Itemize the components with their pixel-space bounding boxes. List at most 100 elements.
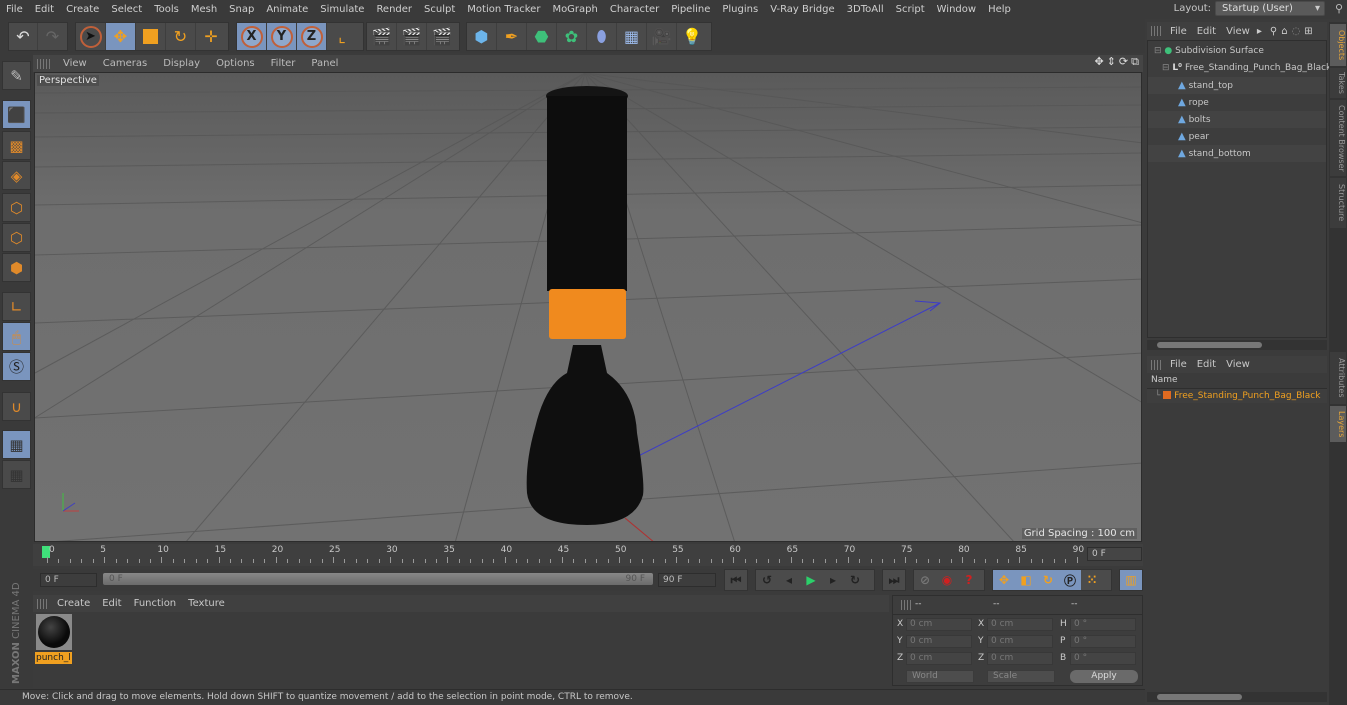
cube-object-icon[interactable]: ⬢ — [467, 23, 497, 50]
render-picture-viewer-icon[interactable]: 🎬 — [397, 23, 427, 50]
viewport-menu-filter[interactable]: Filter — [263, 58, 304, 69]
layer-manager-scrollbar[interactable] — [1147, 692, 1327, 702]
pan-icon[interactable]: ✥ — [1094, 55, 1103, 69]
rotate-tool-icon[interactable]: ↻ — [166, 23, 196, 50]
layer-name-column-header[interactable]: Name — [1147, 375, 1327, 389]
pos-x-field[interactable]: 0 cm — [906, 618, 972, 631]
rot-b-field[interactable]: 0 ° — [1070, 652, 1136, 665]
viewport-menu-cameras[interactable]: Cameras — [95, 58, 155, 69]
tree-item-stand-top[interactable]: ▲ stand_top — [1148, 77, 1326, 94]
tree-item-rope[interactable]: ▲ rope — [1148, 94, 1326, 111]
key-pla-icon[interactable]: ⁙ — [1081, 570, 1103, 590]
object-manager-scrollbar[interactable] — [1147, 340, 1327, 350]
transform-mode-dropdown[interactable]: Scale — [987, 670, 1055, 683]
tab-structure[interactable]: Structure — [1330, 178, 1346, 228]
range-slider[interactable]: 0 F 90 F — [103, 573, 653, 585]
z-axis-lock-icon[interactable]: Z — [297, 23, 327, 50]
menu-animate[interactable]: Animate — [260, 4, 314, 15]
redo-icon[interactable]: ↷ — [38, 23, 67, 50]
search-icon[interactable]: ⚲ — [1335, 2, 1343, 15]
solo-mode-icon[interactable]: Ⓢ — [2, 352, 31, 381]
menu-window[interactable]: Window — [931, 4, 982, 15]
menu-mograph[interactable]: MoGraph — [546, 4, 603, 15]
filter-icon[interactable]: ◌ — [1292, 26, 1301, 37]
material-menu-create[interactable]: Create — [51, 598, 96, 609]
layer-menu-view[interactable]: View — [1221, 359, 1255, 370]
play-icon[interactable]: ▶ — [800, 570, 822, 590]
menu-motion-tracker[interactable]: Motion Tracker — [461, 4, 546, 15]
points-mode-icon[interactable]: ⬡ — [2, 193, 31, 222]
menu-select[interactable]: Select — [105, 4, 148, 15]
rot-h-field[interactable]: 0 ° — [1070, 618, 1136, 631]
menu-sculpt[interactable]: Sculpt — [418, 4, 461, 15]
new-view-icon[interactable]: ⊞ — [1304, 26, 1312, 37]
tree-item-subdivision-surface[interactable]: ⊟ ● Subdivision Surface — [1148, 43, 1326, 60]
start-frame-field[interactable]: 0 F — [40, 573, 97, 587]
maximize-icon[interactable]: ⧉ — [1131, 55, 1139, 69]
coordinate-system-icon[interactable]: ⌞ — [327, 23, 357, 50]
viewport-menu-panel[interactable]: Panel — [303, 58, 346, 69]
menu-help[interactable]: Help — [982, 4, 1017, 15]
tab-content-browser[interactable]: Content Browser — [1330, 100, 1346, 176]
cloner-icon[interactable]: ✿ — [557, 23, 587, 50]
coordinate-mode-dropdown[interactable]: World — [906, 670, 974, 683]
viewport-menu-display[interactable]: Display — [155, 58, 208, 69]
size-y-field[interactable]: 0 cm — [987, 635, 1053, 648]
home-icon[interactable]: ⌂ — [1281, 26, 1287, 37]
x-axis-lock-icon[interactable]: X — [237, 23, 267, 50]
menu-simulate[interactable]: Simulate — [314, 4, 370, 15]
polygons-mode-icon[interactable]: ⬢ — [2, 253, 31, 282]
material-name[interactable]: punch_l — [35, 652, 72, 664]
key-parameter-icon[interactable]: Ⓟ — [1059, 570, 1081, 590]
scale-tool-icon[interactable] — [136, 23, 166, 50]
panel-grip[interactable] — [37, 58, 51, 69]
material-menu-texture[interactable]: Texture — [182, 598, 231, 609]
timeline-ruler[interactable]: 0 5 10 15 20 25 30 35 40 45 50 55 60 65 70 75 80 85 90 — [33, 544, 1143, 566]
tree-item-stand-bottom[interactable]: ▲ stand_bottom — [1148, 145, 1326, 162]
timeline-window-icon[interactable]: ▥ — [1120, 570, 1142, 590]
render-view-icon[interactable]: 🎬 — [367, 23, 397, 50]
goto-start-icon[interactable]: ⏮ — [725, 570, 747, 590]
menu-3dtoall[interactable]: 3DToAll — [841, 4, 890, 15]
edges-mode-icon[interactable]: ⬡ — [2, 223, 31, 252]
menu-edit[interactable]: Edit — [29, 4, 60, 15]
live-selection-icon[interactable]: ➤ — [76, 23, 106, 50]
camera-icon[interactable]: 🎥 — [647, 23, 677, 50]
menu-plugins[interactable]: Plugins — [716, 4, 764, 15]
layer-color-swatch[interactable] — [1163, 391, 1172, 399]
scrollbar-thumb[interactable] — [1157, 694, 1242, 700]
record-keys-icon[interactable]: ⊘ — [914, 570, 936, 590]
apply-button[interactable]: Apply — [1070, 670, 1138, 683]
search-icon[interactable]: ⚲ — [1270, 26, 1277, 37]
menu-more-icon[interactable]: ▸ — [1257, 26, 1262, 37]
panel-grip[interactable] — [901, 600, 911, 610]
panel-grip[interactable] — [1151, 359, 1161, 370]
object-menu-file[interactable]: File — [1165, 26, 1192, 37]
size-x-field[interactable]: 0 cm — [987, 618, 1053, 631]
locked-workplane-icon[interactable]: ▦ — [2, 430, 31, 459]
tree-item-punch-bag[interactable]: ⊟ L⁰ Free_Standing_Punch_Bag_Black — [1148, 60, 1331, 77]
orbit-icon[interactable]: ⟳ — [1119, 55, 1128, 69]
menu-create[interactable]: Create — [60, 4, 105, 15]
layer-row[interactable]: └ Free_Standing_Punch_Bag_Black — [1147, 389, 1327, 403]
key-rotation-icon[interactable]: ↻ — [1037, 570, 1059, 590]
subdivision-surface-icon[interactable]: ⬣ — [527, 23, 557, 50]
tab-takes[interactable]: Takes — [1330, 68, 1346, 98]
menu-script[interactable]: Script — [890, 4, 931, 15]
snapping-icon[interactable]: ∪ — [2, 392, 31, 421]
prev-frame-icon[interactable]: ◂ — [778, 570, 800, 590]
dolly-icon[interactable]: ⇕ — [1107, 55, 1116, 69]
tweak-mode-icon[interactable]: 🖱 — [2, 322, 31, 351]
tab-attributes[interactable]: Attributes — [1330, 352, 1346, 404]
menu-character[interactable]: Character — [604, 4, 665, 15]
workplane-mode-icon[interactable]: ◈ — [2, 161, 31, 190]
layer-menu-edit[interactable]: Edit — [1192, 359, 1221, 370]
make-editable-icon[interactable]: ✎ — [2, 61, 31, 90]
undo-icon[interactable]: ↶ — [9, 23, 39, 50]
material-menu-edit[interactable]: Edit — [96, 598, 127, 609]
3d-viewport[interactable]: Perspective Grid Spacing : 100 cm — [34, 72, 1142, 542]
material-menu-function[interactable]: Function — [128, 598, 183, 609]
menu-pipeline[interactable]: Pipeline — [665, 4, 716, 15]
current-frame-field[interactable]: 0 F — [1087, 547, 1142, 561]
scrollbar-thumb[interactable] — [1157, 342, 1262, 348]
